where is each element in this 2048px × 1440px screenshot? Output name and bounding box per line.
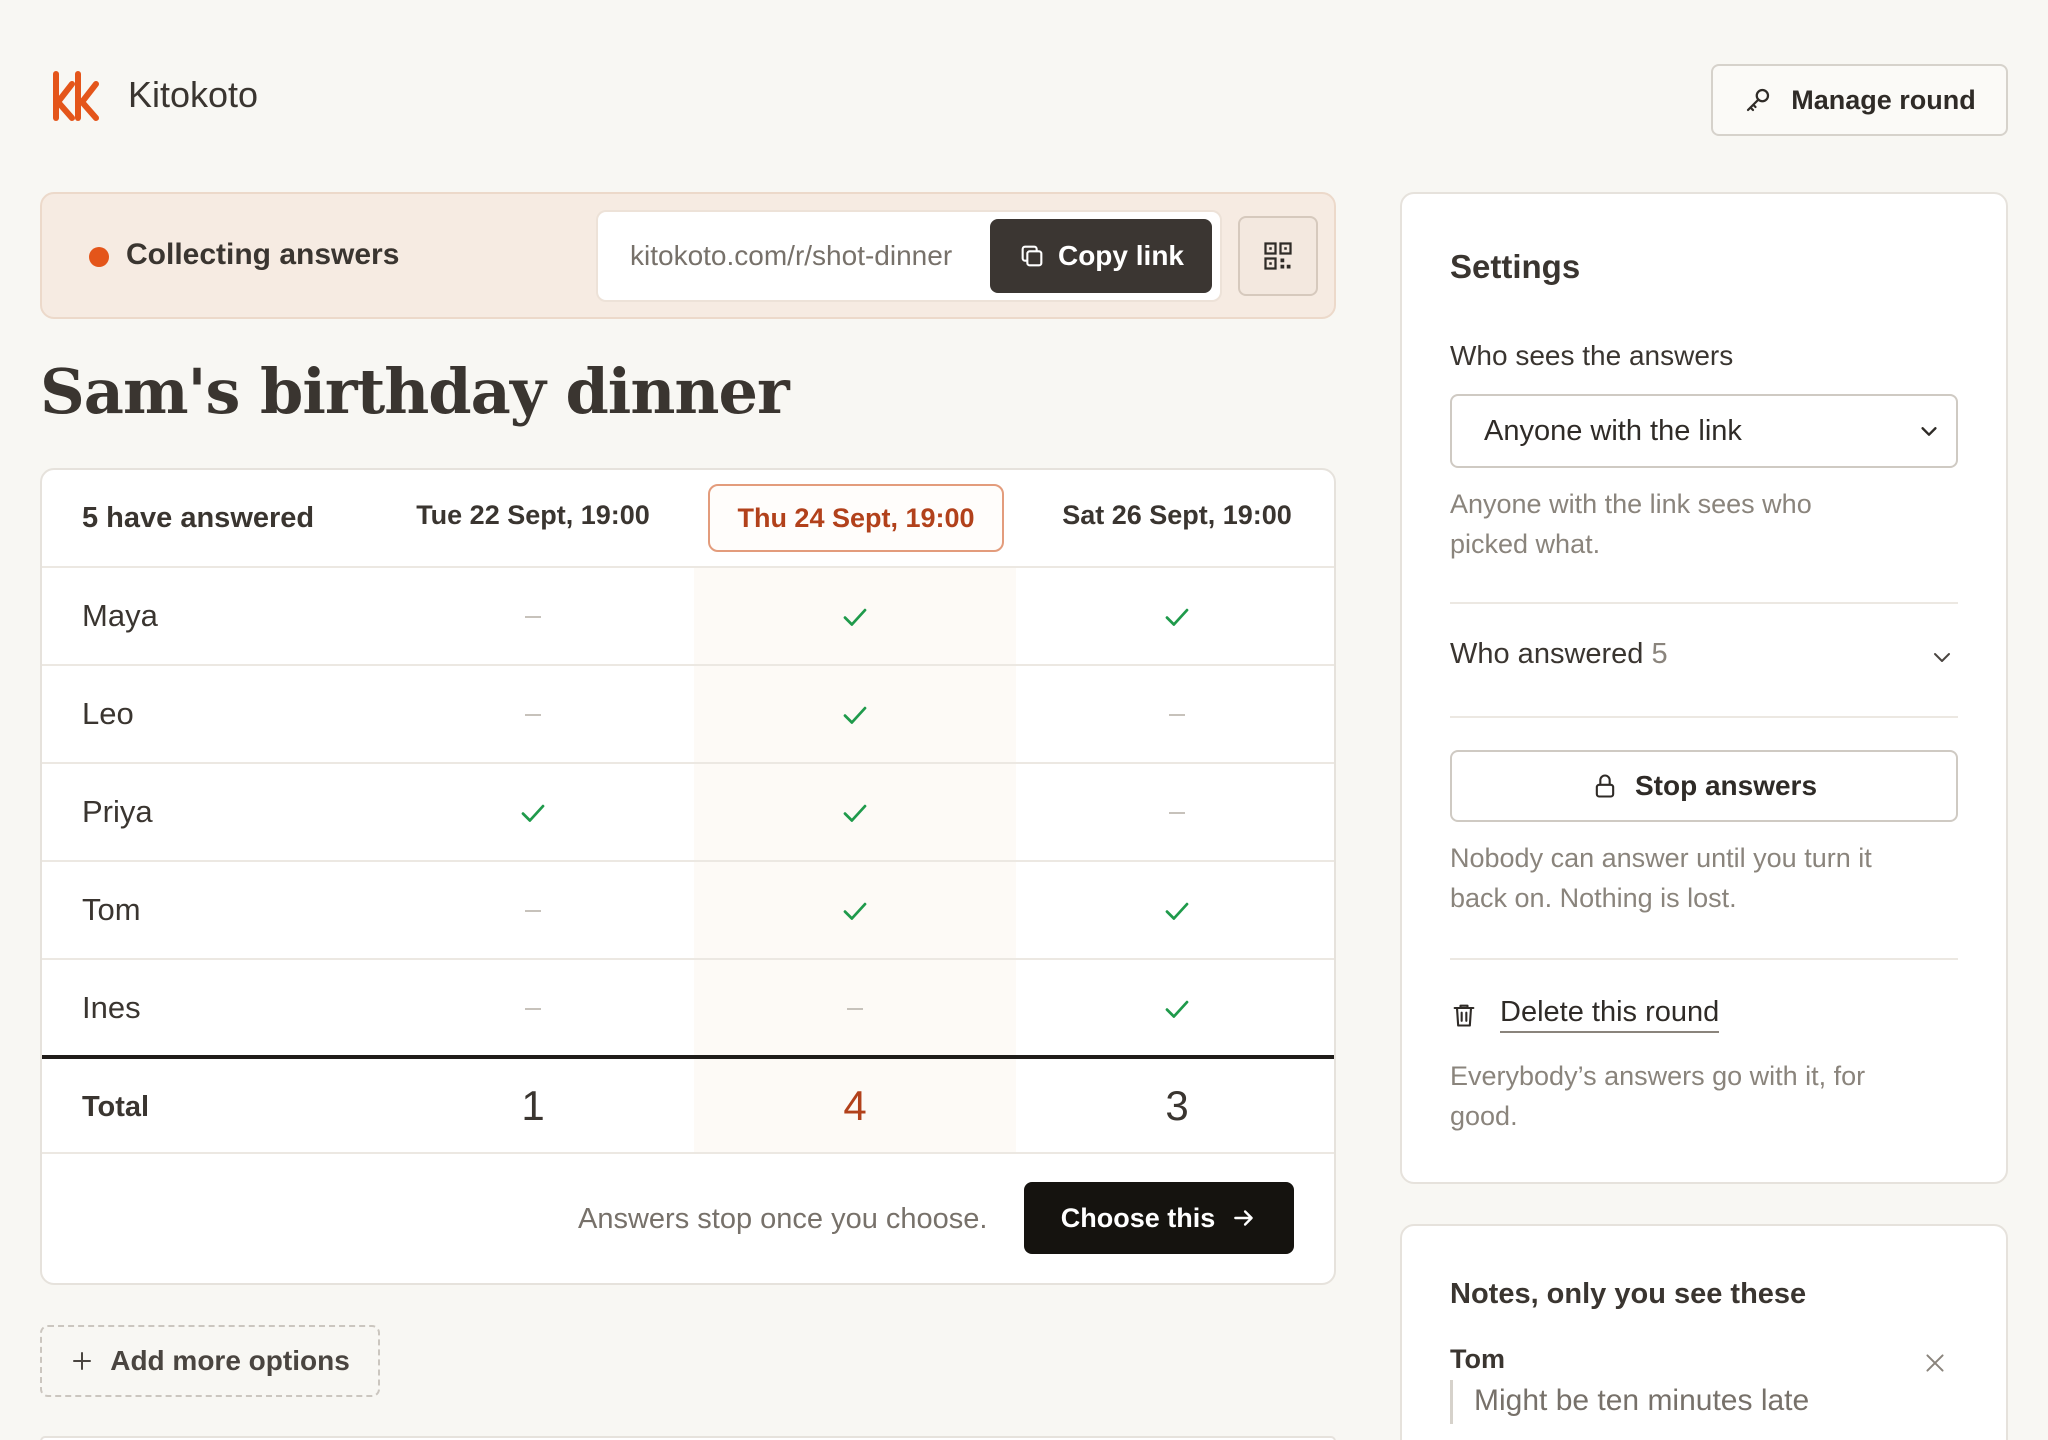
check-icon	[1016, 597, 1338, 637]
status-text: Collecting answers	[126, 238, 400, 271]
check-icon	[372, 793, 694, 833]
column-header-3[interactable]: Sat 26 Sept, 19:00	[1016, 500, 1338, 531]
dash-icon	[372, 695, 694, 735]
check-icon	[694, 597, 1016, 637]
next-card	[40, 1436, 1336, 1440]
row-name-tom: Tom	[82, 892, 141, 927]
answers-table	[40, 468, 1336, 1285]
who-answered-toggle[interactable]: Who answered 5	[1450, 638, 1668, 671]
choose-this-button[interactable]: Choose this	[1024, 1182, 1294, 1254]
visibility-select[interactable]: Anyone with the link	[1450, 394, 1958, 468]
who-answered-label: Who answered	[1450, 638, 1644, 670]
row-divider	[42, 860, 1334, 862]
kitokoto-logo	[52, 70, 100, 122]
note-quote-bar	[1450, 1380, 1453, 1424]
copy-link-button[interactable]: Copy link	[990, 219, 1212, 293]
dash-icon	[1016, 695, 1338, 735]
check-icon	[1016, 891, 1338, 931]
column-header-2[interactable]: Thu 24 Sept, 19:00	[708, 484, 1004, 552]
check-icon	[694, 695, 1016, 735]
row-divider	[42, 762, 1334, 764]
who-answered-count: 5	[1651, 638, 1668, 670]
delete-round-help: Everybody’s answers go with it, for good…	[1450, 1061, 1866, 1131]
visibility-help: Anyone with the link sees who picked wha…	[1450, 489, 1812, 559]
chevron-down-icon	[1921, 427, 1937, 436]
dash-icon	[372, 891, 694, 931]
arrow-right-icon	[1234, 1210, 1254, 1226]
note-text[interactable]: Might be ten minutes late	[1474, 1384, 1809, 1418]
settings-title: Settings	[1450, 248, 1581, 285]
add-more-options-button[interactable]: Add more options	[40, 1325, 380, 1397]
total-value-1: 1	[521, 1082, 545, 1129]
dash-icon	[1016, 793, 1338, 833]
stop-answers-help: Nobody can answer until you turn it back…	[1450, 843, 1872, 913]
visibility-label: Who sees the answers	[1450, 340, 1734, 371]
stop-answers-label: Stop answers	[1634, 770, 1818, 801]
dash-icon	[694, 989, 1016, 1029]
close-icon	[1926, 1354, 1944, 1372]
logo-icon	[53, 71, 99, 121]
delete-round-row[interactable]: Delete this round	[1450, 996, 1720, 1033]
footer-divider	[42, 1152, 1334, 1154]
trash-icon	[1453, 1004, 1475, 1027]
manage-round-button[interactable]: Manage round	[1711, 64, 2008, 136]
row-divider	[42, 664, 1334, 666]
delete-round-link[interactable]: Delete this round	[1500, 996, 1720, 1033]
share-link-text[interactable]: kitokoto.com/r/shot-dinner	[630, 240, 952, 272]
copy-icon	[1021, 245, 1043, 267]
key-icon	[1747, 88, 1770, 112]
row-name-maya: Maya	[82, 598, 158, 633]
choose-this-label: Choose this	[1060, 1202, 1216, 1233]
check-icon	[694, 891, 1016, 931]
check-icon	[1016, 989, 1338, 1029]
row-divider	[42, 958, 1334, 960]
row-name-ines: Ines	[82, 990, 141, 1025]
answered-count: 5 have answered	[82, 502, 315, 534]
notes-title: Notes, only you see these	[1450, 1278, 1807, 1310]
total-divider	[42, 1055, 1334, 1059]
total-label: Total	[82, 1091, 150, 1123]
plus-icon	[73, 1352, 92, 1370]
note-author: Tom	[1450, 1344, 1505, 1374]
column-header-1[interactable]: Tue 22 Sept, 19:00	[372, 500, 694, 531]
check-icon	[694, 793, 1016, 833]
dash-icon	[372, 597, 694, 637]
stop-answers-button[interactable]: Stop answers	[1450, 750, 1958, 822]
copy-link-label: Copy link	[1057, 240, 1184, 271]
settings-divider-3	[1450, 958, 1958, 960]
row-name-leo: Leo	[82, 696, 134, 731]
total-value-2: 4	[843, 1082, 867, 1129]
choose-note: Answers stop once you choose.	[578, 1203, 988, 1235]
row-name-priya: Priya	[82, 794, 153, 829]
status-dot	[89, 247, 109, 267]
add-more-options-label: Add more options	[110, 1345, 350, 1376]
total-value-3: 3	[1165, 1082, 1189, 1129]
settings-divider-2	[1450, 716, 1958, 718]
dash-icon	[372, 989, 694, 1029]
lock-icon	[1595, 774, 1615, 798]
note-delete-button[interactable]	[1922, 1350, 1948, 1381]
chevron-down-icon	[1934, 653, 1950, 662]
manage-round-label: Manage round	[1791, 84, 1976, 115]
visibility-value: Anyone with the link	[1484, 414, 1742, 447]
qr-code-icon	[1264, 242, 1292, 270]
settings-divider-1	[1450, 602, 1958, 604]
header-divider	[42, 566, 1334, 568]
who-answered-chevron[interactable]	[1930, 645, 1954, 674]
app-name: Kitokoto	[128, 74, 259, 115]
page-title: Sam's birthday dinner	[40, 355, 790, 428]
qr-code-button[interactable]	[1238, 216, 1318, 296]
